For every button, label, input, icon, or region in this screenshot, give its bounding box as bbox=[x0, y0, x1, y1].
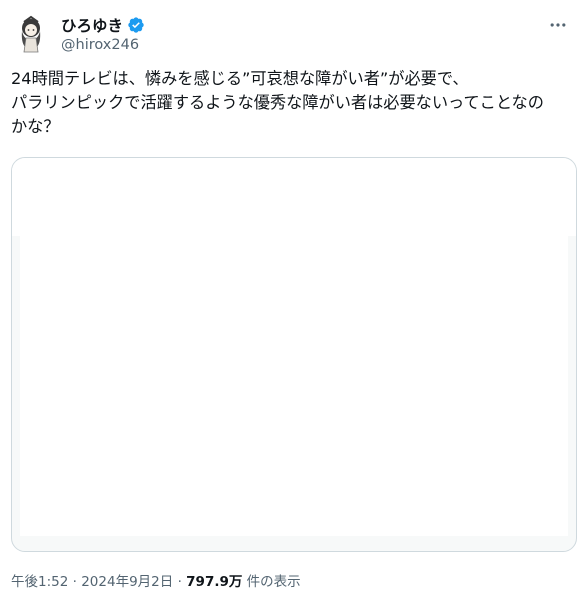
tweet-header: ひろゆき @hirox246 bbox=[11, 12, 577, 62]
tweet-time[interactable]: 午後1:52 bbox=[11, 574, 68, 590]
author-name[interactable]: ひろゆき bbox=[61, 14, 123, 36]
verified-badge-icon[interactable] bbox=[127, 16, 145, 34]
meta-separator: · bbox=[177, 574, 182, 590]
media-top-region bbox=[12, 158, 576, 236]
tweet-date[interactable]: 2024年9月2日 bbox=[81, 574, 173, 590]
media-content-region bbox=[20, 236, 568, 536]
more-dots-icon bbox=[550, 23, 566, 27]
avatar-illustration-icon bbox=[11, 14, 51, 54]
views-count: 797.9万 bbox=[186, 574, 243, 590]
more-options-button[interactable] bbox=[545, 12, 571, 38]
tweet-text-line: かな？ bbox=[11, 117, 60, 136]
tweet-text-line: 24時間テレビは、憐みを感じる”可哀想な障がい者”が必要で、 bbox=[11, 69, 469, 88]
views-label: 件の表示 bbox=[246, 574, 301, 590]
tweet-text: 24時間テレビは、憐みを感じる”可哀想な障がい者”が必要で、 パラリンピックで活… bbox=[11, 67, 577, 139]
avatar[interactable] bbox=[11, 14, 51, 54]
tweet-text-line: パラリンピックで活躍するような優秀な障がい者は必要ないってことなの bbox=[11, 93, 544, 112]
media-attachment[interactable] bbox=[11, 157, 577, 552]
author-handle[interactable]: @hirox246 bbox=[61, 37, 139, 53]
meta-separator: · bbox=[72, 574, 77, 590]
tweet-meta: 午後1:52 · 2024年9月2日 · 797.9万 件の表示 bbox=[11, 570, 301, 590]
author-name-row: ひろゆき bbox=[61, 14, 145, 36]
